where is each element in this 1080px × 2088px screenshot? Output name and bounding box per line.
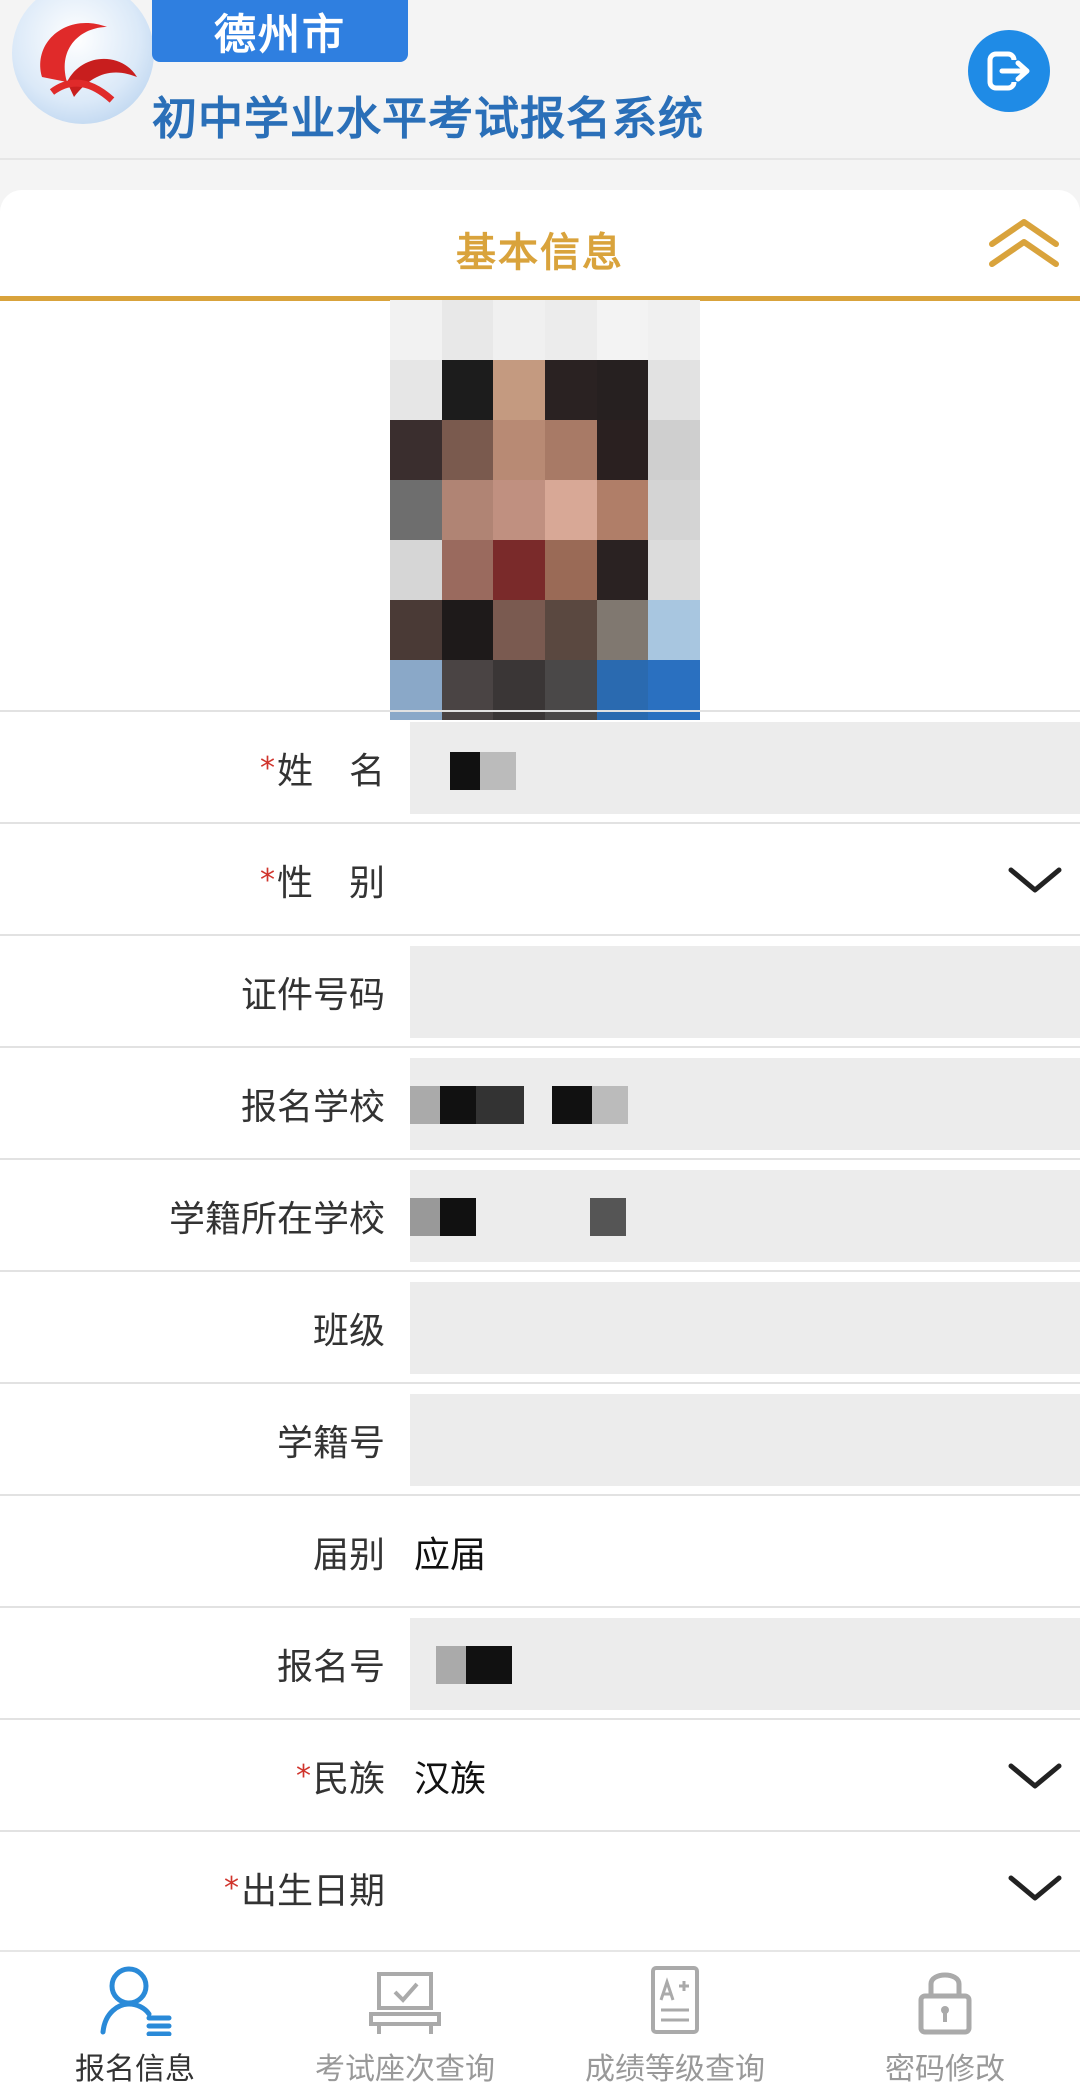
chevron-up-icon[interactable]	[984, 214, 1064, 270]
nav-seat-query[interactable]: 考试座次查询	[270, 1952, 540, 2088]
redaction-mark	[410, 1086, 440, 1124]
field-registered-school-value[interactable]	[410, 1170, 1080, 1262]
nav-label: 报名信息	[75, 2052, 195, 2087]
field-registration-number-label: 报名号	[276, 1647, 385, 1688]
field-id-number-label: 证件号码	[240, 975, 385, 1016]
nav-label: 成绩等级查询	[585, 2052, 765, 2087]
field-name-label: 姓 名	[276, 751, 385, 792]
field-id-number-value[interactable]	[410, 946, 1080, 1038]
field-name[interactable]: * 姓 名	[0, 710, 1080, 822]
redaction-mark	[466, 1646, 512, 1684]
field-class-value[interactable]	[410, 1282, 1080, 1374]
field-gender-value[interactable]	[410, 834, 1080, 926]
nav-registration-info[interactable]: 报名信息	[0, 1952, 270, 2088]
field-registration-number-value[interactable]	[410, 1618, 1080, 1710]
field-id-number[interactable]: 证件号码	[0, 934, 1080, 1046]
field-graduation-type-label: 届别	[312, 1535, 385, 1576]
lock-icon	[918, 1972, 972, 2035]
redaction-mark	[476, 1086, 524, 1124]
redaction-mark	[450, 752, 480, 790]
redaction-mark	[440, 1198, 476, 1236]
field-graduation-type-value[interactable]: 应届	[410, 1506, 1080, 1598]
field-name-value[interactable]	[410, 722, 1080, 814]
field-student-number[interactable]: 学籍号	[0, 1382, 1080, 1494]
app-logo	[12, 0, 154, 124]
redaction-mark	[590, 1198, 626, 1236]
basic-info-form: * 姓 名 * 性 别 证件号码 报名学校 学籍所在学校 班级 学籍号 届别 应…	[0, 710, 1080, 1942]
field-gender[interactable]: * 性 别	[0, 822, 1080, 934]
redaction-mark	[410, 1198, 440, 1236]
field-student-number-value[interactable]	[410, 1394, 1080, 1486]
chevron-down-icon[interactable]	[1005, 1754, 1065, 1798]
field-registration-number[interactable]: 报名号	[0, 1606, 1080, 1718]
field-gender-label: 性 别	[276, 863, 385, 904]
nav-label: 密码修改	[885, 2052, 1005, 2087]
logout-icon	[987, 51, 1030, 91]
field-ethnicity[interactable]: * 民族 汉族	[0, 1718, 1080, 1830]
field-class-label: 班级	[312, 1311, 385, 1352]
redaction-mark	[552, 1086, 592, 1124]
system-title: 初中学业水平考试报名系统	[152, 92, 705, 145]
chevron-down-icon[interactable]	[1005, 1866, 1065, 1910]
redaction-mark	[592, 1086, 628, 1124]
user-list-icon	[100, 1966, 172, 2036]
field-birth-date-label: 出生日期	[240, 1871, 385, 1912]
redaction-mark	[480, 752, 516, 790]
field-enroll-school[interactable]: 报名学校	[0, 1046, 1080, 1158]
nav-password-change[interactable]: 密码修改	[810, 1952, 1080, 2088]
grade-sheet-icon	[651, 1966, 699, 2034]
nav-grade-query[interactable]: 成绩等级查询	[540, 1952, 810, 2088]
field-birth-date[interactable]: * 出生日期	[0, 1830, 1080, 1942]
basic-info-card: 基本信息 * 姓 名 * 性 别 证件号码 报名学校 学籍所在学校 班级 学籍号…	[0, 190, 1080, 1950]
bottom-nav: 报名信息 考试座次查询 成绩等级查询 密码修改	[0, 1950, 1080, 2088]
field-enroll-school-value[interactable]	[410, 1058, 1080, 1150]
city-badge: 德州市	[152, 0, 408, 62]
app-header: 德州市 初中学业水平考试报名系统	[0, 0, 1080, 160]
student-photo	[390, 300, 700, 720]
field-birth-date-value[interactable]	[410, 1842, 1080, 1934]
desk-icon	[369, 1972, 441, 2034]
redaction-mark	[436, 1646, 466, 1684]
field-ethnicity-label: 民族	[312, 1759, 385, 1800]
section-title: 基本信息	[456, 230, 624, 276]
field-student-number-label: 学籍号	[276, 1423, 385, 1464]
field-class[interactable]: 班级	[0, 1270, 1080, 1382]
field-registered-school-label: 学籍所在学校	[168, 1199, 385, 1240]
field-enroll-school-label: 报名学校	[240, 1087, 385, 1128]
field-ethnicity-value[interactable]: 汉族	[410, 1730, 1080, 1822]
section-header[interactable]: 基本信息	[0, 190, 1080, 300]
nav-label: 考试座次查询	[315, 2052, 495, 2087]
field-registered-school[interactable]: 学籍所在学校	[0, 1158, 1080, 1270]
chevron-down-icon[interactable]	[1005, 858, 1065, 902]
field-graduation-type[interactable]: 届别 应届	[0, 1494, 1080, 1606]
logout-button[interactable]	[968, 30, 1050, 112]
redaction-mark	[440, 1086, 476, 1124]
